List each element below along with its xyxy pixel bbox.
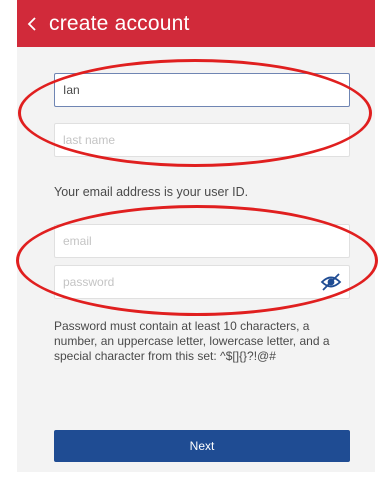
password-requirements: Password must contain at least 10 charac… [54,319,330,363]
create-account-screen: create account Your email address is you… [0,0,385,491]
chevron-left-icon [27,16,36,31]
app-header: create account [17,0,375,47]
last-name-field[interactable] [54,123,350,157]
form-panel: Your email address is your user ID. Pass… [17,47,375,472]
password-field[interactable] [54,265,350,299]
email-note: Your email address is your user ID. [54,185,249,199]
eye-slash-icon [320,273,342,291]
page-title: create account [49,11,190,35]
first-name-field[interactable] [54,73,350,107]
next-button[interactable]: Next [54,430,350,462]
back-button[interactable] [17,0,47,47]
email-field[interactable] [54,224,350,258]
password-field-group [54,265,350,299]
show-password-toggle[interactable] [320,272,342,292]
